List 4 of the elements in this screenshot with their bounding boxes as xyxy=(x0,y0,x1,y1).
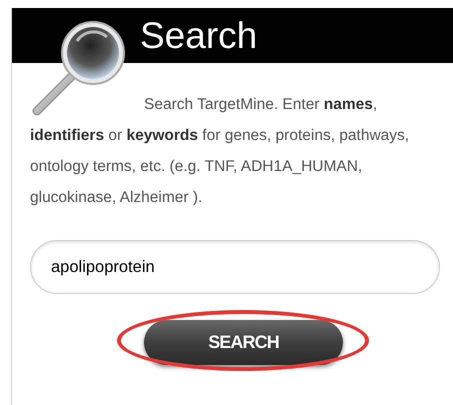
search-field[interactable]: apolipoprotein xyxy=(30,240,440,294)
panel-title: Search xyxy=(140,17,258,54)
description-text: Search TargetMine. Enter names, identifiers or keywords for genes, proteins, pathways, ontology terms, etc. (e.g. TNF, ADH1A_HUMAN, glucokinase, Alzheimer ). xyxy=(30,95,410,208)
search-button[interactable]: SEARCH xyxy=(144,320,343,365)
